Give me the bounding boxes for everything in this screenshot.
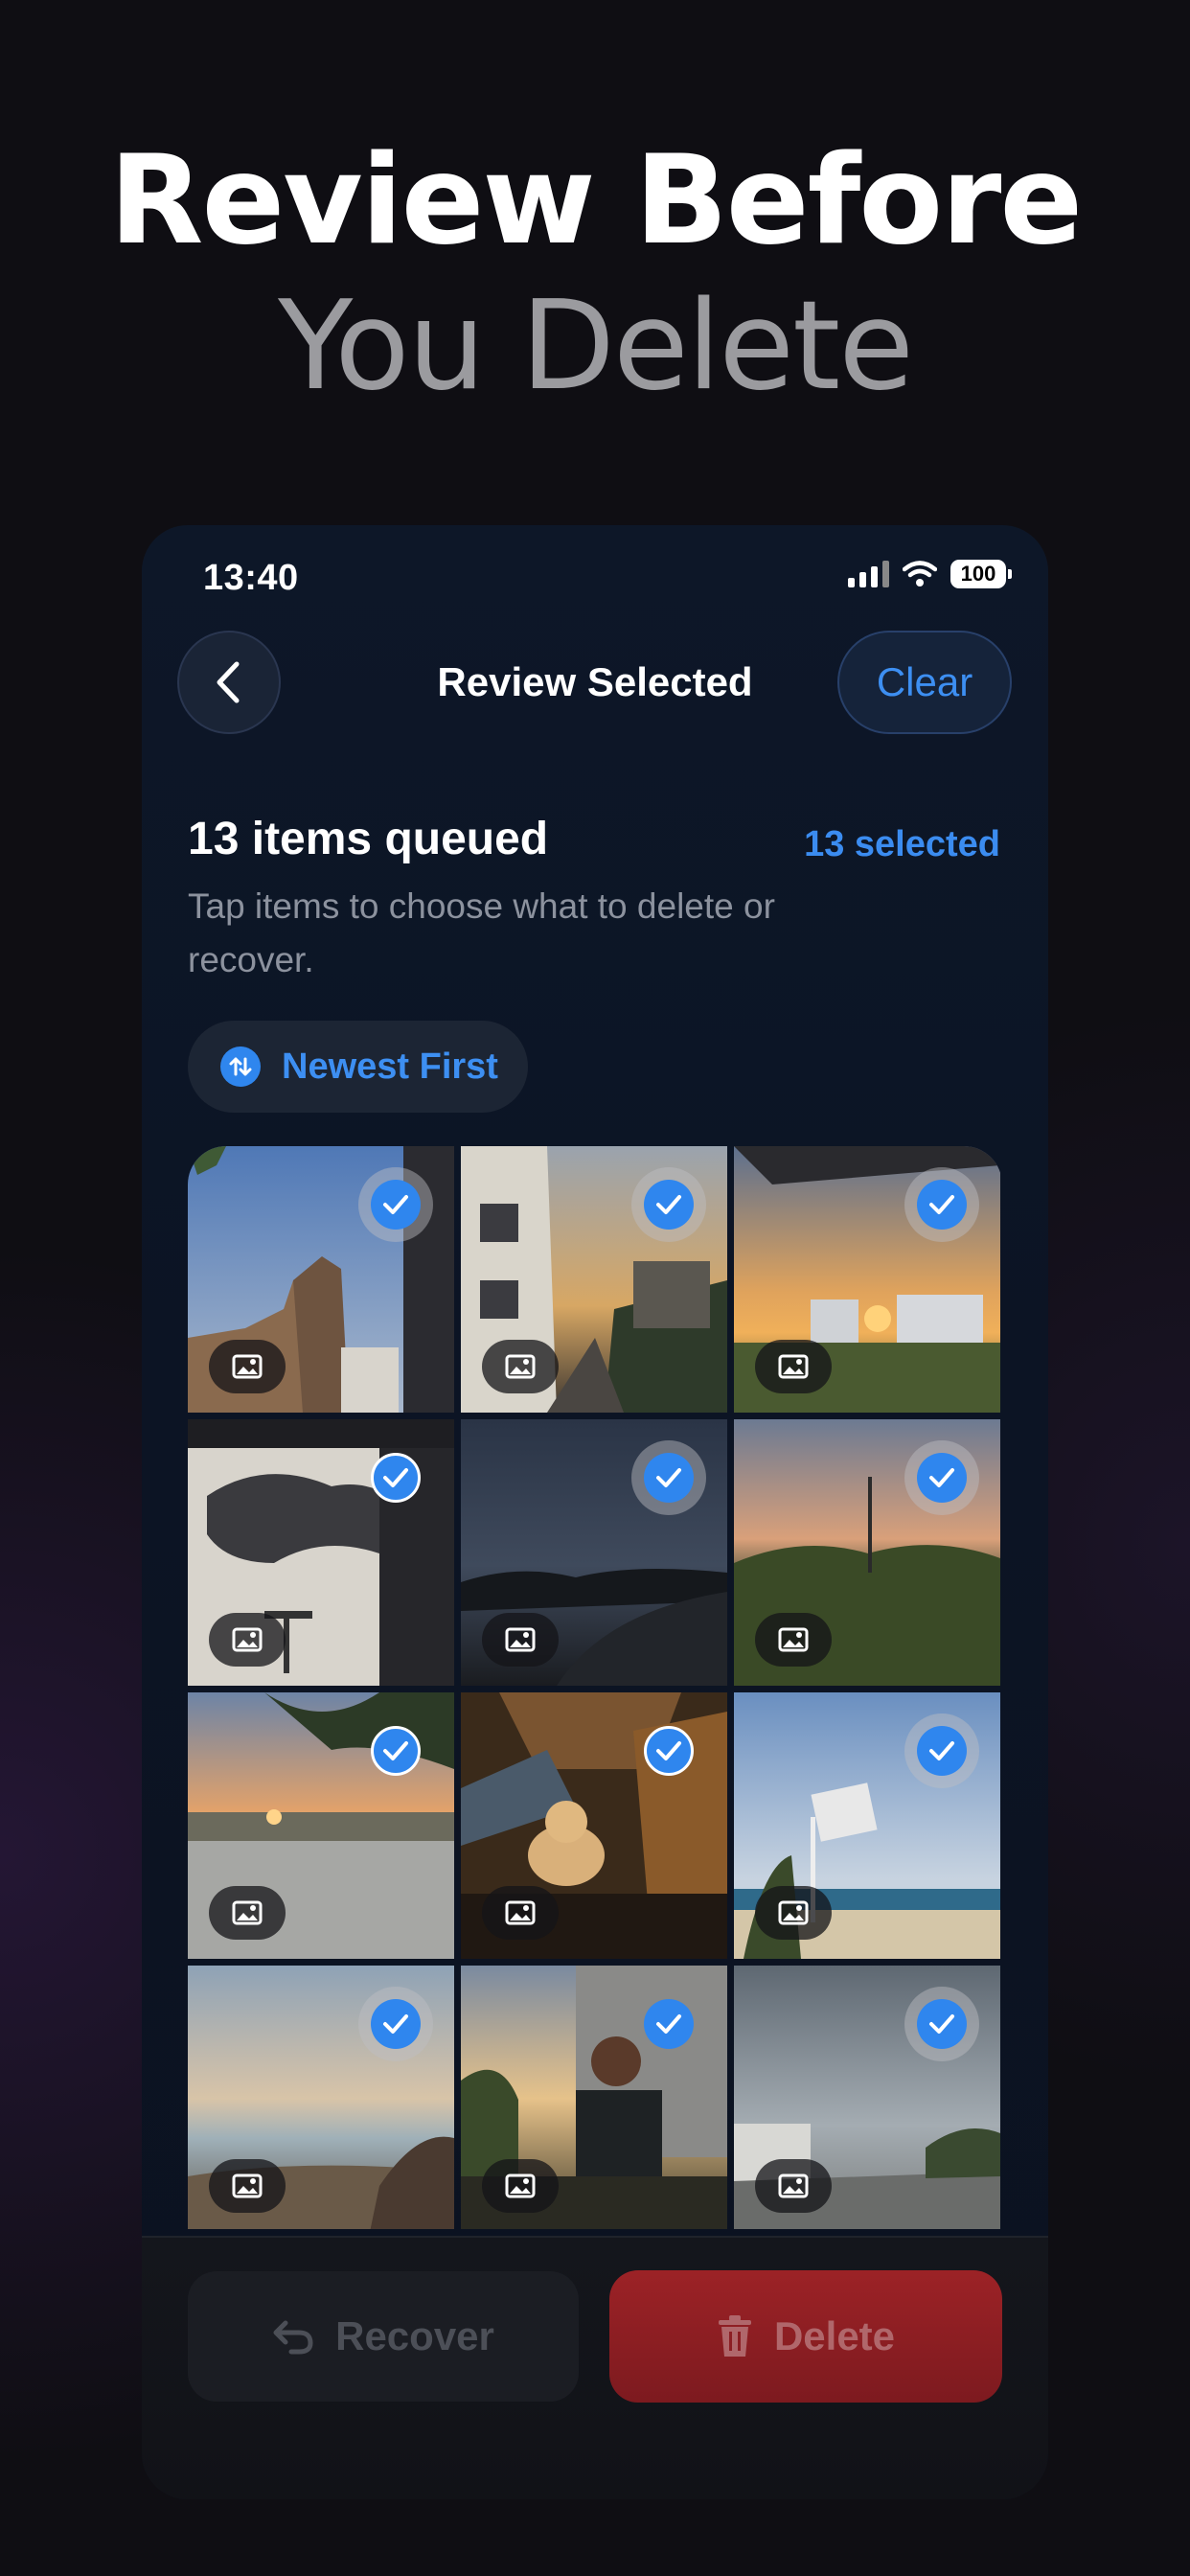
photo-icon [209,1340,286,1393]
battery-icon: 100 [950,560,1012,588]
photo-tile[interactable] [188,1419,454,1686]
photo-tile[interactable] [188,1146,454,1413]
sort-arrows-icon [220,1046,261,1087]
checkmark-icon [917,1453,967,1503]
photo-icon [482,1886,559,1940]
selection-indicator [358,1167,433,1242]
checkmark-icon [371,1453,421,1503]
status-icons: 100 [848,560,1012,588]
checkmark-icon [371,1999,421,2049]
undo-arrow-icon [273,2320,313,2355]
photo-tile[interactable] [734,1146,1000,1413]
sort-order-label: Newest First [282,1046,498,1087]
selection-indicator [904,1714,979,1788]
photo-tile[interactable] [461,1419,727,1686]
checkmark-icon [371,1726,421,1776]
recover-button[interactable]: Recover [188,2271,579,2402]
phone-screen: 13:40 100 Review Selected Clear 13 items… [142,525,1048,2499]
selection-indicator [358,1987,433,2061]
checkmark-icon [644,1726,694,1776]
checkmark-icon [917,1999,967,2049]
photo-tile[interactable] [461,1966,727,2229]
delete-button[interactable]: Delete [609,2270,1002,2403]
checkmark-icon [917,1726,967,1776]
sort-order-button[interactable]: Newest First [188,1021,528,1113]
checkmark-icon [644,1180,694,1230]
photo-icon [209,1613,286,1667]
hero-title-line2: You Delete [278,275,914,418]
checkmark-icon [917,1180,967,1230]
hero-title-line1: Review Before [108,129,1083,272]
photo-icon [755,1340,832,1393]
battery-level: 100 [950,560,1006,588]
selection-indicator [631,1987,706,2061]
cellular-signal-icon [848,561,889,587]
photo-icon [482,1340,559,1393]
photo-tile[interactable] [188,1692,454,1959]
checkmark-icon [371,1180,421,1230]
photo-icon [755,1886,832,1940]
photo-tile[interactable] [188,1966,454,2229]
photo-icon [755,1613,832,1667]
recover-label: Recover [335,2313,494,2358]
status-time: 13:40 [203,558,299,598]
delete-label: Delete [773,2313,896,2358]
photo-tile[interactable] [734,1692,1000,1959]
photo-tile[interactable] [734,1966,1000,2229]
instructions-text: Tap items to choose what to delete or re… [188,886,775,979]
selection-indicator [904,1440,979,1515]
trash-icon [718,2315,751,2357]
checkmark-icon [644,1453,694,1503]
photo-icon [209,2159,286,2213]
selection-indicator [631,1714,706,1788]
photo-icon [482,2159,559,2213]
selection-indicator [904,1167,979,1242]
clear-button[interactable]: Clear [837,631,1012,734]
photo-icon [482,1613,559,1667]
wifi-icon [903,561,937,586]
hero-headline: Review Before You Delete [0,129,1190,419]
selection-indicator [631,1440,706,1515]
selection-indicator [358,1440,433,1515]
selected-count: 13 selected [804,824,1000,864]
action-bar: Recover Delete [142,2236,1048,2499]
photo-grid [188,1146,1002,2229]
queued-count-title: 13 items queued [188,814,549,864]
photo-icon [209,1886,286,1940]
selection-indicator [904,1987,979,2061]
photo-tile[interactable] [461,1146,727,1413]
selection-indicator [358,1714,433,1788]
checkmark-icon [644,1999,694,2049]
photo-icon [755,2159,832,2213]
photo-tile[interactable] [461,1692,727,1959]
photo-tile[interactable] [734,1419,1000,1686]
selection-indicator [631,1167,706,1242]
